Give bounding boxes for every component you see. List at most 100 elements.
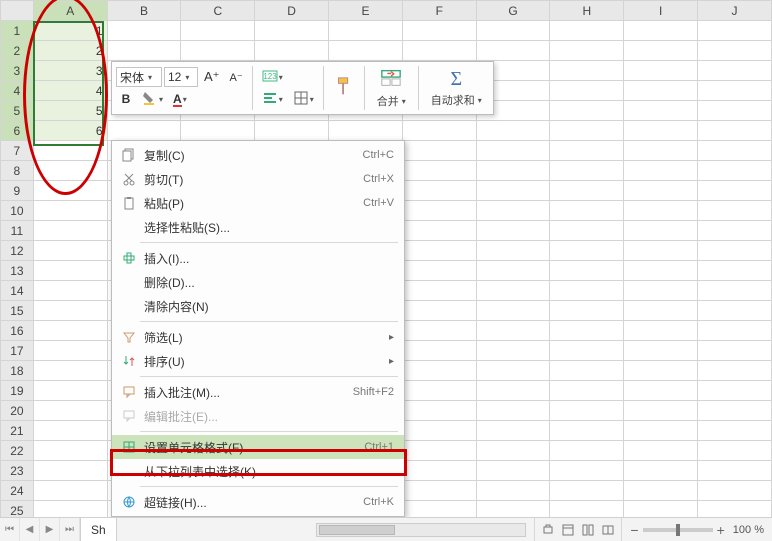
cell[interactable] bbox=[698, 441, 772, 461]
cell[interactable] bbox=[698, 41, 772, 61]
cell[interactable] bbox=[402, 321, 476, 341]
cell[interactable] bbox=[624, 421, 698, 441]
cell[interactable] bbox=[33, 221, 107, 241]
cell[interactable] bbox=[624, 381, 698, 401]
cell[interactable] bbox=[181, 21, 255, 41]
cell[interactable]: 6 bbox=[33, 121, 107, 141]
cell[interactable] bbox=[33, 361, 107, 381]
col-header-F[interactable]: F bbox=[402, 1, 476, 21]
cell[interactable] bbox=[698, 301, 772, 321]
cell[interactable] bbox=[402, 141, 476, 161]
tab-last-button[interactable]: ⏭ bbox=[60, 518, 80, 541]
cell[interactable] bbox=[402, 381, 476, 401]
select-all-corner[interactable] bbox=[1, 1, 34, 21]
cell[interactable] bbox=[550, 101, 624, 121]
row-header[interactable]: 16 bbox=[1, 321, 34, 341]
cell[interactable] bbox=[624, 461, 698, 481]
cell[interactable] bbox=[33, 201, 107, 221]
sheet-tab[interactable]: Sh bbox=[81, 518, 117, 541]
zoom-slider[interactable] bbox=[643, 528, 713, 532]
cell[interactable] bbox=[107, 21, 181, 41]
cell[interactable] bbox=[624, 141, 698, 161]
cell[interactable] bbox=[550, 401, 624, 421]
cell[interactable] bbox=[476, 21, 550, 41]
cell[interactable] bbox=[698, 421, 772, 441]
cell[interactable] bbox=[698, 141, 772, 161]
menu-delete[interactable]: 删除(D)... bbox=[112, 270, 404, 294]
merge-cells-button[interactable]: 合并▾ bbox=[370, 64, 413, 112]
cell[interactable] bbox=[402, 41, 476, 61]
cell[interactable] bbox=[476, 401, 550, 421]
cell[interactable] bbox=[698, 341, 772, 361]
decrease-font-button[interactable]: A⁻ bbox=[226, 67, 247, 87]
row-header[interactable]: 7 bbox=[1, 141, 34, 161]
cell[interactable] bbox=[698, 321, 772, 341]
cell[interactable] bbox=[107, 121, 181, 141]
cell[interactable] bbox=[402, 241, 476, 261]
cell[interactable] bbox=[698, 261, 772, 281]
row-header[interactable]: 4 bbox=[1, 81, 34, 101]
row-header[interactable]: 23 bbox=[1, 461, 34, 481]
zoom-value[interactable]: 100 % bbox=[733, 524, 764, 536]
cell[interactable] bbox=[255, 121, 329, 141]
cell[interactable] bbox=[550, 301, 624, 321]
scroll-thumb[interactable] bbox=[319, 525, 395, 535]
cell[interactable] bbox=[476, 381, 550, 401]
cell[interactable] bbox=[698, 161, 772, 181]
borders-button[interactable]: ▾ bbox=[289, 89, 318, 109]
row-header[interactable]: 20 bbox=[1, 401, 34, 421]
cell[interactable] bbox=[624, 441, 698, 461]
cell[interactable] bbox=[624, 101, 698, 121]
cell[interactable] bbox=[550, 201, 624, 221]
cell[interactable] bbox=[402, 481, 476, 501]
tab-first-button[interactable]: ⏮ bbox=[0, 518, 20, 541]
cell[interactable] bbox=[550, 381, 624, 401]
cell[interactable] bbox=[402, 221, 476, 241]
cell[interactable] bbox=[476, 141, 550, 161]
cell[interactable] bbox=[550, 261, 624, 281]
row-header[interactable]: 19 bbox=[1, 381, 34, 401]
row-header[interactable]: 17 bbox=[1, 341, 34, 361]
row-header[interactable]: 13 bbox=[1, 261, 34, 281]
align-button[interactable]: ▾ bbox=[258, 89, 287, 109]
cell[interactable] bbox=[698, 361, 772, 381]
increase-font-button[interactable]: A⁺ bbox=[200, 67, 224, 87]
col-header-J[interactable]: J bbox=[698, 1, 772, 21]
row-header[interactable]: 2 bbox=[1, 41, 34, 61]
cell[interactable] bbox=[550, 441, 624, 461]
cell[interactable] bbox=[550, 481, 624, 501]
cell[interactable] bbox=[698, 101, 772, 121]
cell[interactable] bbox=[624, 181, 698, 201]
cell[interactable] bbox=[476, 221, 550, 241]
cell[interactable] bbox=[33, 461, 107, 481]
col-header-C[interactable]: C bbox=[181, 1, 255, 21]
cell[interactable] bbox=[476, 181, 550, 201]
row-header[interactable]: 14 bbox=[1, 281, 34, 301]
bold-button[interactable]: B bbox=[116, 89, 136, 109]
cell[interactable] bbox=[33, 421, 107, 441]
cell[interactable] bbox=[33, 261, 107, 281]
menu-insert-comment[interactable]: 插入批注(M)... Shift+F2 bbox=[112, 380, 404, 404]
cell[interactable] bbox=[476, 281, 550, 301]
cell[interactable] bbox=[476, 461, 550, 481]
cell[interactable] bbox=[476, 121, 550, 141]
cell[interactable] bbox=[624, 301, 698, 321]
col-header-G[interactable]: G bbox=[476, 1, 550, 21]
cell[interactable]: 4 bbox=[33, 81, 107, 101]
cell[interactable] bbox=[476, 241, 550, 261]
cell[interactable] bbox=[33, 321, 107, 341]
menu-format-cells[interactable]: 设置单元格格式(F)... Ctrl+1 bbox=[112, 435, 404, 459]
row-header[interactable]: 5 bbox=[1, 101, 34, 121]
row-header[interactable]: 15 bbox=[1, 301, 34, 321]
menu-sort[interactable]: 排序(U) ▸ bbox=[112, 349, 404, 373]
cell[interactable] bbox=[624, 81, 698, 101]
cell[interactable] bbox=[402, 461, 476, 481]
cell[interactable] bbox=[476, 441, 550, 461]
cell[interactable] bbox=[33, 301, 107, 321]
cell[interactable] bbox=[402, 441, 476, 461]
cell[interactable] bbox=[550, 281, 624, 301]
cell[interactable] bbox=[550, 241, 624, 261]
cell[interactable] bbox=[698, 461, 772, 481]
cell[interactable] bbox=[624, 201, 698, 221]
cell[interactable] bbox=[476, 301, 550, 321]
